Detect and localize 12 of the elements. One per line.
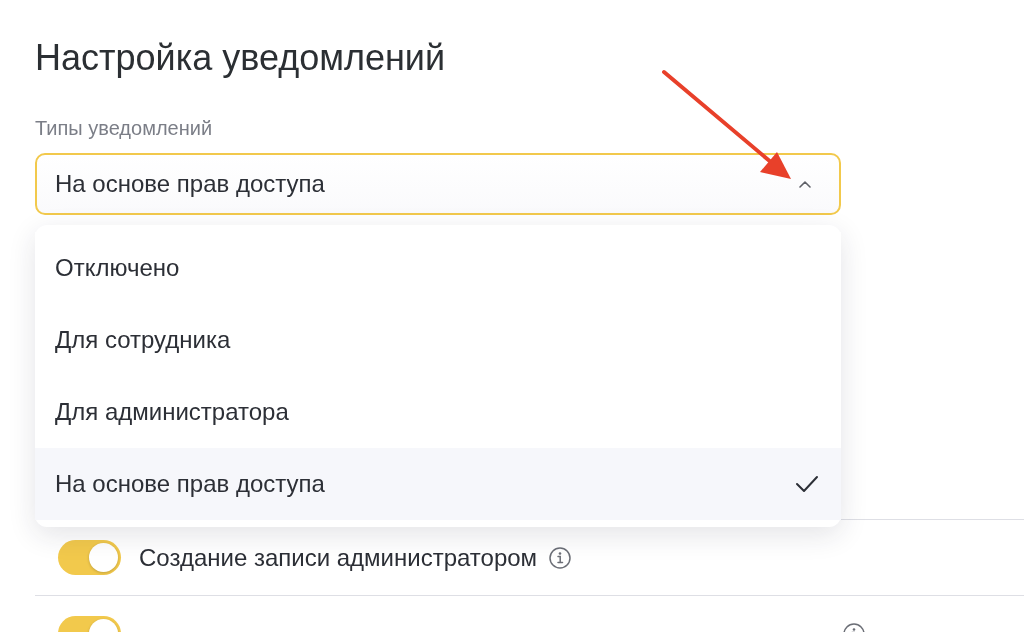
- field-label: Типы уведомлений: [35, 116, 213, 140]
- dropdown-option[interactable]: Отключено: [35, 232, 841, 304]
- page-title: Настройка уведомлений: [35, 36, 446, 79]
- dropdown-option[interactable]: Для сотрудника: [35, 304, 841, 376]
- check-icon: [795, 475, 819, 493]
- dropdown-option[interactable]: На основе прав доступа: [35, 448, 841, 520]
- select-dropdown[interactable]: На основе прав доступа: [35, 153, 841, 215]
- dropdown-option[interactable]: Для администратора: [35, 376, 841, 448]
- info-icon: [549, 546, 572, 569]
- chevron-up-icon: [799, 180, 811, 188]
- setting-label: Создание записи администратором: [139, 542, 538, 573]
- toggle-switch[interactable]: [58, 540, 121, 575]
